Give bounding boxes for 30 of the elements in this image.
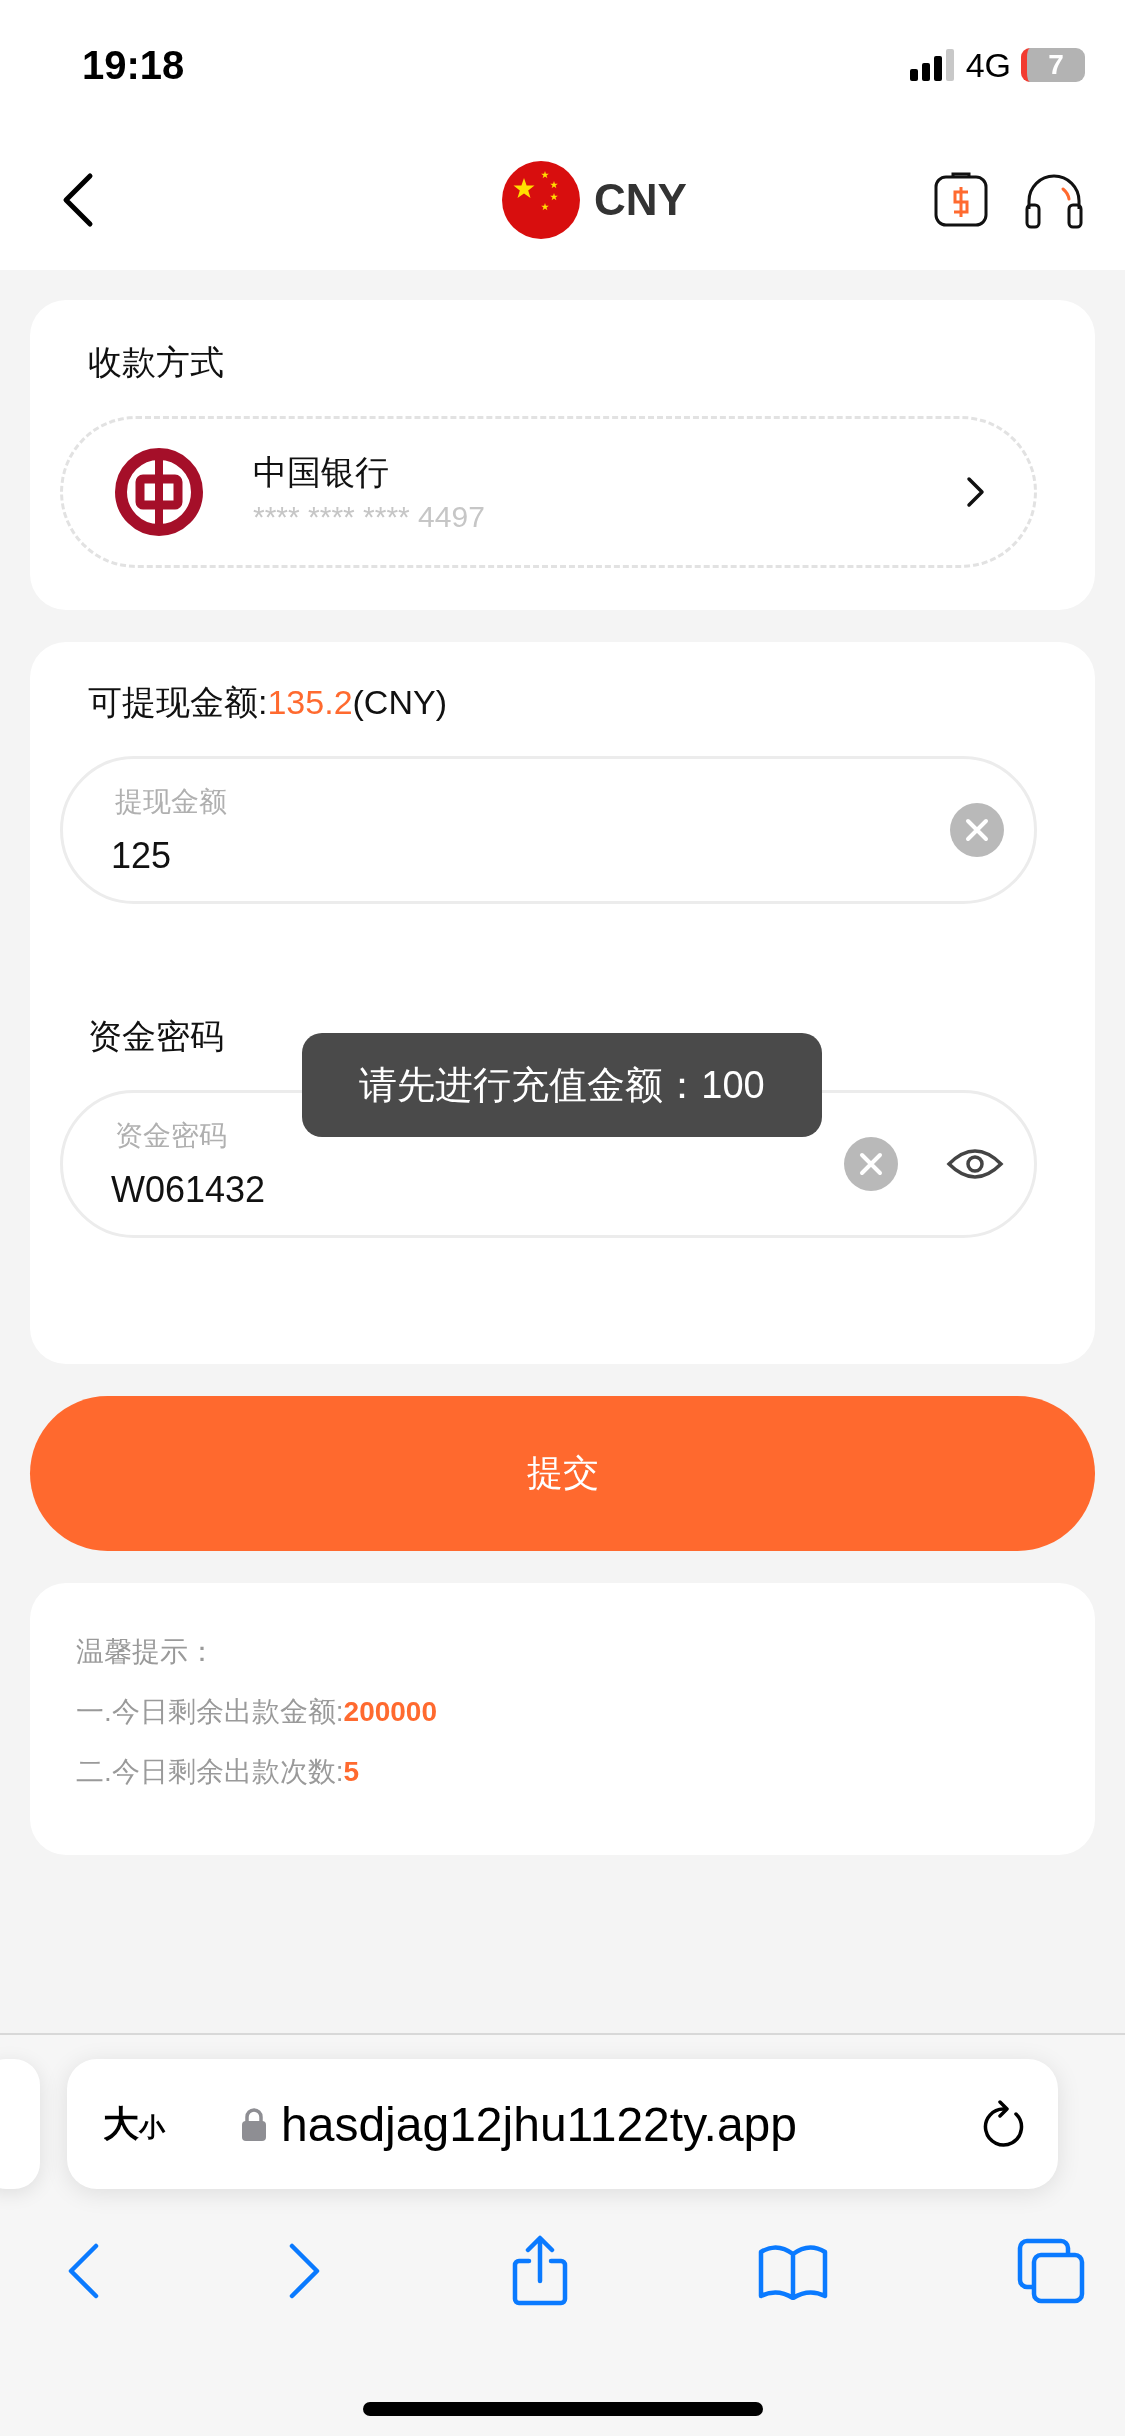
tips-title: 温馨提示： (76, 1635, 217, 1669)
bank-logo-icon (115, 448, 203, 536)
clear-icon[interactable] (844, 1137, 898, 1191)
url-text: hasdjag12jhu1122ty.app (281, 2096, 797, 2152)
bill-icon[interactable] (933, 172, 989, 228)
lock-icon (241, 2107, 267, 2141)
status-time: 19:18 (82, 42, 185, 88)
tip-line: 一.今日剩余出款金额:200000 (76, 1695, 438, 1729)
bank-name: 中国银行 (253, 452, 390, 493)
clear-icon[interactable] (950, 803, 1004, 857)
available-amount: 可提现金额:135.2(CNY) (88, 682, 448, 723)
network-type: 4G (965, 45, 1011, 85)
address-bar[interactable]: 大小 hasdjag12jhu1122ty.app (67, 2059, 1058, 2189)
share-icon[interactable] (510, 2235, 569, 2307)
toast-message: 请先进行充值金额：100 (302, 1033, 822, 1137)
eye-icon[interactable] (946, 1146, 1004, 1182)
card-number: **** **** **** 4497 (253, 500, 486, 534)
tip-line: 二.今日剩余出款次数:5 (76, 1755, 361, 1789)
text-size-button[interactable]: 大小 (103, 2099, 165, 2149)
tabs-icon[interactable] (1017, 2238, 1085, 2304)
amount-field[interactable]: 提现金额 125 (60, 756, 1037, 904)
bank-selector[interactable]: 中国银行 **** **** **** 4497 (60, 416, 1037, 568)
battery-indicator: 7 (1021, 48, 1085, 82)
flag-icon (502, 161, 581, 239)
section-title: 资金密码 (88, 1016, 225, 1057)
signal-icon (909, 49, 956, 81)
currency-title: CNY (594, 175, 687, 225)
chevron-right-icon (966, 476, 986, 508)
section-title: 收款方式 (88, 342, 225, 383)
bookmarks-icon[interactable] (756, 2242, 829, 2300)
